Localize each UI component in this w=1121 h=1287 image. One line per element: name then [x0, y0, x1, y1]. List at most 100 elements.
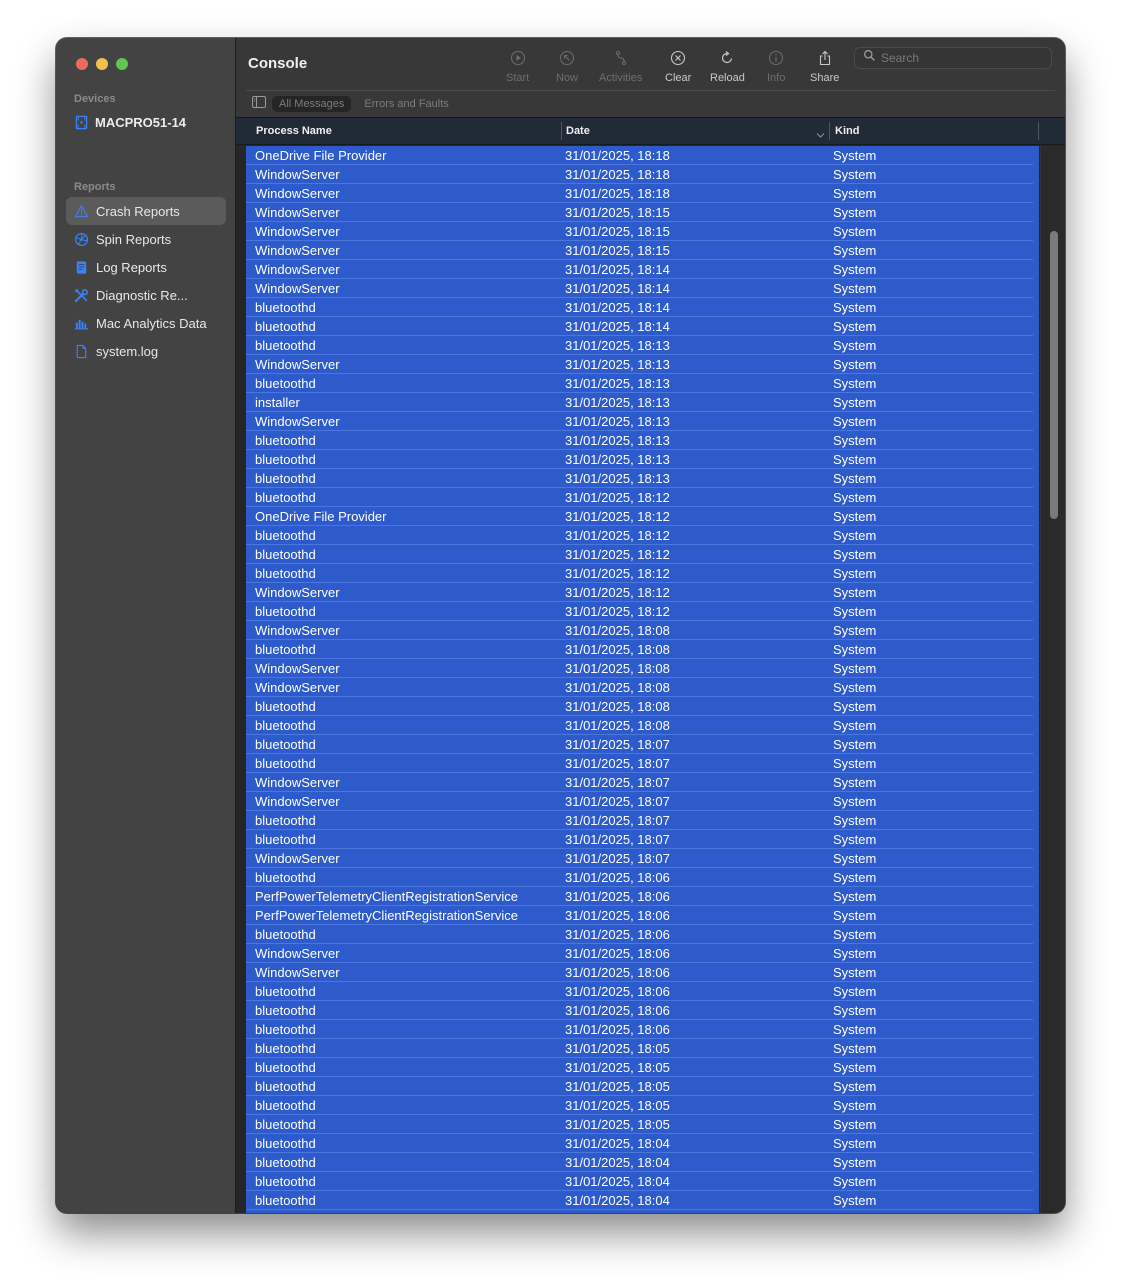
sidebar-item-crash-reports[interactable]: Crash Reports — [66, 197, 226, 225]
column-header-process-name[interactable]: Process Name — [256, 125, 332, 137]
table-row[interactable]: installer 31/01/2025, 18:13 System — [246, 393, 1033, 412]
filter-errors-and-faults[interactable]: Errors and Faults — [357, 96, 455, 112]
kind-cell: System — [833, 908, 877, 923]
table-row[interactable]: bluetoothd 31/01/2025, 18:13 System — [246, 469, 1033, 488]
table-row[interactable]: WindowServer 31/01/2025, 18:13 System — [246, 355, 1033, 374]
date-cell: 31/01/2025, 18:07 — [565, 813, 670, 828]
table-row[interactable]: bluetoothd 31/01/2025, 18:04 System — [246, 1153, 1033, 1172]
column-separator[interactable] — [829, 122, 830, 140]
table-row[interactable]: WindowServer 31/01/2025, 18:15 System — [246, 203, 1033, 222]
table-row[interactable]: WindowServer 31/01/2025, 18:08 System — [246, 621, 1033, 640]
table-row[interactable]: bluetoothd 31/01/2025, 18:12 System — [246, 526, 1033, 545]
process-name-cell: bluetoothd — [255, 471, 316, 486]
table-row[interactable]: WindowServer 31/01/2025, 18:12 System — [246, 583, 1033, 602]
table-row[interactable]: bluetoothd 31/01/2025, 18:06 System — [246, 982, 1033, 1001]
table-row[interactable]: OneDrive File Provider 31/01/2025, 18:18 S… — [246, 146, 1033, 165]
sidebar-item-spin-reports[interactable]: Spin Reports — [66, 225, 226, 253]
table-row[interactable]: bluetoothd 31/01/2025, 18:13 System — [246, 431, 1033, 450]
table-row[interactable]: bluetoothd 31/01/2025, 18:04 System — [246, 1134, 1033, 1153]
table-row[interactable]: WindowServer 31/01/2025, 18:07 System — [246, 773, 1033, 792]
table-row[interactable]: WindowServer 31/01/2025, 18:08 System — [246, 678, 1033, 697]
info-button[interactable]: Info — [767, 50, 785, 84]
table-row[interactable]: WindowServer 31/01/2025, 18:14 System — [246, 260, 1033, 279]
minimize-window-button[interactable] — [96, 58, 108, 70]
sidebar-item-system-log[interactable]: system.log — [66, 337, 226, 365]
kind-cell: System — [833, 433, 877, 448]
table-row[interactable]: bluetoothd 31/01/2025, 18:06 System — [246, 1020, 1033, 1039]
kind-cell: System — [833, 965, 877, 980]
column-separator[interactable] — [561, 122, 562, 140]
scrollbar-thumb[interactable] — [1050, 231, 1058, 520]
column-header-date[interactable]: Date — [566, 125, 590, 137]
share-button[interactable]: Share — [810, 50, 839, 84]
sidebar-device-item[interactable]: MACPRO51-14 — [74, 115, 186, 130]
process-name-cell: bluetoothd — [255, 1022, 316, 1037]
table-row[interactable]: OneDrive File Provider 31/01/2025, 18:12 S… — [246, 507, 1033, 526]
table-row[interactable]: bluetoothd 31/01/2025, 18:07 System — [246, 754, 1033, 773]
table-row[interactable]: bluetoothd 31/01/2025, 18:05 System — [246, 1077, 1033, 1096]
table-row[interactable]: bluetoothd 31/01/2025, 18:08 System — [246, 697, 1033, 716]
table-row[interactable]: WindowServer 31/01/2025, 18:15 System — [246, 241, 1033, 260]
sidebar-item-log-reports[interactable]: Log Reports — [66, 253, 226, 281]
process-name-cell: bluetoothd — [255, 300, 316, 315]
table-row[interactable]: bluetoothd 31/01/2025, 18:05 System — [246, 1058, 1033, 1077]
table-row[interactable]: WindowServer 31/01/2025, 18:14 System — [246, 279, 1033, 298]
table-row[interactable]: PerfPowerTelemetryClientRegistrationServ… — [246, 906, 1033, 925]
table-row[interactable]: bluetoothd 31/01/2025, 18:14 System — [246, 317, 1033, 336]
reload-icon — [719, 50, 735, 69]
table-row[interactable]: bluetoothd 31/01/2025, 18:12 System — [246, 545, 1033, 564]
table-row[interactable]: bluetoothd 31/01/2025, 18:05 System — [246, 1039, 1033, 1058]
date-cell: 31/01/2025, 18:06 — [565, 984, 670, 999]
table-row[interactable]: bluetoothd 31/01/2025, 18:08 System — [246, 716, 1033, 735]
table-row[interactable]: WindowServer 31/01/2025, 18:13 System — [246, 412, 1033, 431]
table-row[interactable]: bluetoothd 31/01/2025, 18:06 System — [246, 868, 1033, 887]
table-row[interactable]: bluetoothd 31/01/2025, 18:06 System — [246, 1001, 1033, 1020]
table-row[interactable]: bluetoothd 31/01/2025, 18:12 System — [246, 602, 1033, 621]
kind-cell: System — [833, 1060, 877, 1075]
table-row[interactable]: bluetoothd 31/01/2025, 18:04 System — [246, 1191, 1033, 1210]
now-button[interactable]: Now — [556, 50, 578, 84]
sort-descending-chevron-icon[interactable] — [816, 126, 825, 144]
search-field[interactable] — [854, 47, 1052, 69]
table-row[interactable]: bluetoothd 31/01/2025, 18:07 System — [246, 735, 1033, 754]
table-row[interactable]: bluetoothd 31/01/2025, 18:07 System — [246, 811, 1033, 830]
table-row[interactable]: WindowServer 31/01/2025, 18:06 System — [246, 963, 1033, 982]
table-row[interactable]: WindowServer 31/01/2025, 18:15 System — [246, 222, 1033, 241]
search-input[interactable] — [881, 51, 1041, 65]
table-row[interactable]: WindowServer 31/01/2025, 18:07 System — [246, 792, 1033, 811]
table-row[interactable]: bluetoothd 31/01/2025, 18:04 System — [246, 1172, 1033, 1191]
sidebar-item-diagnostic-reports[interactable]: Diagnostic Re... — [66, 281, 226, 309]
clear-button[interactable]: Clear — [665, 50, 691, 84]
process-name-cell: bluetoothd — [255, 927, 316, 942]
table-row[interactable]: bluetoothd 31/01/2025, 18:12 System — [246, 564, 1033, 583]
reload-button[interactable]: Reload — [710, 50, 745, 84]
table-row[interactable]: bluetoothd 31/01/2025, 18:14 System — [246, 298, 1033, 317]
table-rows: OneDrive File Provider 31/01/2025, 18:18 S… — [246, 146, 1039, 1213]
sidebar-item-mac-analytics-data[interactable]: Mac Analytics Data — [66, 309, 226, 337]
table-row[interactable]: bluetoothd 31/01/2025, 18:08 System — [246, 640, 1033, 659]
table-row[interactable]: bluetoothd 31/01/2025, 18:12 System — [246, 488, 1033, 507]
column-header-kind[interactable]: Kind — [835, 125, 859, 137]
close-window-button[interactable] — [76, 58, 88, 70]
sidebar-toggle-icon[interactable] — [252, 95, 266, 113]
table-row[interactable]: PerfPowerTelemetryClientRegistrationServ… — [246, 887, 1033, 906]
table-row[interactable]: bluetoothd 31/01/2025, 18:07 System — [246, 830, 1033, 849]
start-button[interactable]: Start — [506, 50, 529, 84]
table-row[interactable]: WindowServer 31/01/2025, 18:18 System — [246, 184, 1033, 203]
bar-chart-icon — [74, 316, 89, 331]
filter-all-messages[interactable]: All Messages — [272, 96, 352, 112]
table-row[interactable]: bluetoothd 31/01/2025, 18:06 System — [246, 925, 1033, 944]
zoom-window-button[interactable] — [116, 58, 128, 70]
table-row[interactable]: bluetoothd 31/01/2025, 18:05 System — [246, 1096, 1033, 1115]
table-row[interactable]: WindowServer 31/01/2025, 18:07 System — [246, 849, 1033, 868]
table-row[interactable]: bluetoothd 31/01/2025, 18:05 System — [246, 1115, 1033, 1134]
table-row[interactable]: WindowServer 31/01/2025, 18:06 System — [246, 944, 1033, 963]
table-row[interactable]: bluetoothd 31/01/2025, 18:13 System — [246, 450, 1033, 469]
column-separator[interactable] — [1038, 122, 1039, 140]
vertical-scrollbar[interactable] — [1040, 146, 1065, 1213]
table-row[interactable]: WindowServer 31/01/2025, 18:18 System — [246, 165, 1033, 184]
table-row[interactable]: bluetoothd 31/01/2025, 18:13 System — [246, 374, 1033, 393]
table-row[interactable]: WindowServer 31/01/2025, 18:08 System — [246, 659, 1033, 678]
activities-button[interactable]: Activities — [599, 50, 642, 84]
table-row[interactable]: bluetoothd 31/01/2025, 18:13 System — [246, 336, 1033, 355]
